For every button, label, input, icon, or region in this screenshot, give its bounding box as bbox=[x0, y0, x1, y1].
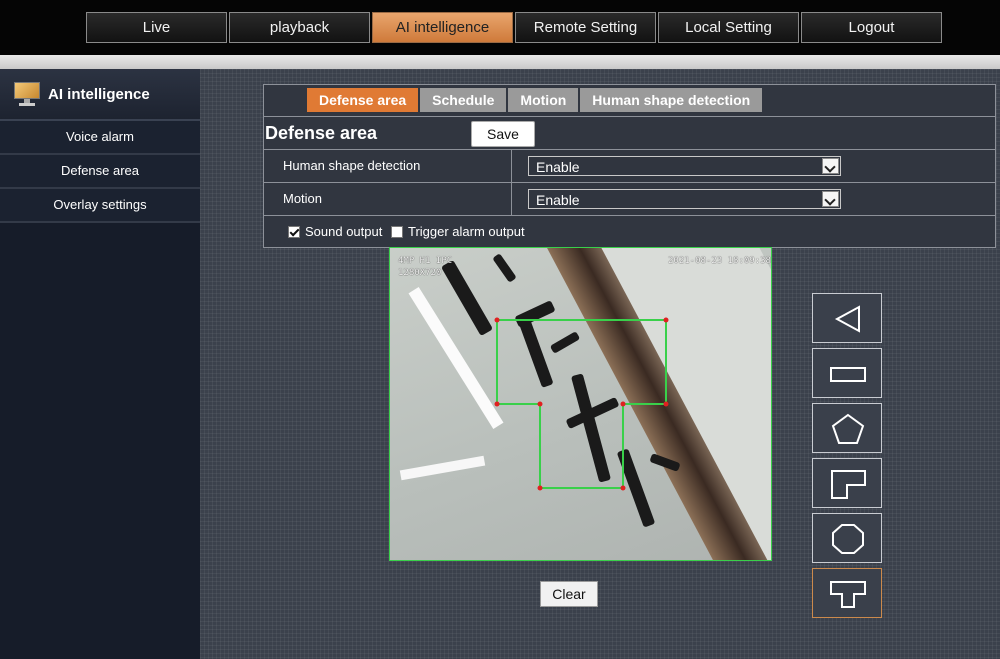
trigger-alarm-label: Trigger alarm output bbox=[408, 224, 525, 239]
sound-output-option[interactable]: Sound output bbox=[288, 224, 382, 239]
motion-select-value: Enable bbox=[536, 192, 580, 208]
nav-ai-intelligence[interactable]: AI intelligence bbox=[372, 12, 513, 43]
nav-live[interactable]: Live bbox=[86, 12, 227, 43]
triangle-shape-button[interactable] bbox=[812, 293, 882, 343]
sidebar-title: AI intelligence bbox=[48, 85, 150, 103]
chevron-down-icon[interactable] bbox=[822, 158, 839, 174]
clear-button[interactable]: Clear bbox=[540, 581, 598, 607]
nav-local-setting[interactable]: Local Setting bbox=[658, 12, 799, 43]
sidebar: AI intelligence Voice alarm Defense area… bbox=[0, 69, 200, 659]
human-shape-label: Human shape detection bbox=[283, 158, 421, 173]
motion-label: Motion bbox=[283, 191, 323, 206]
chevron-down-icon[interactable] bbox=[822, 191, 839, 207]
rectangle-shape-icon bbox=[830, 367, 866, 382]
trigger-alarm-checkbox[interactable] bbox=[391, 225, 403, 238]
main-nav: Live playback AI intelligence Remote Set… bbox=[86, 12, 944, 43]
sidebar-item-voice-alarm[interactable]: Voice alarm bbox=[0, 121, 200, 155]
tab-defense-area[interactable]: Defense area bbox=[307, 88, 419, 112]
save-button[interactable]: Save bbox=[471, 121, 535, 147]
sidebar-item-defense-area[interactable]: Defense area bbox=[0, 155, 200, 189]
top-navigation-bar: Live playback AI intelligence Remote Set… bbox=[0, 0, 1000, 55]
human-shape-select-value: Enable bbox=[536, 159, 580, 175]
human-shape-select[interactable]: Enable bbox=[528, 156, 841, 176]
tab-bar: Defense area Schedule Motion Human shape… bbox=[307, 88, 764, 112]
nav-playback[interactable]: playback bbox=[229, 12, 370, 43]
header-divider-strip bbox=[0, 55, 1000, 69]
motion-select[interactable]: Enable bbox=[528, 189, 841, 209]
tab-schedule[interactable]: Schedule bbox=[420, 88, 507, 112]
nav-remote-setting[interactable]: Remote Setting bbox=[515, 12, 656, 43]
sound-output-checkbox[interactable] bbox=[288, 225, 300, 238]
pentagon-shape-icon bbox=[831, 413, 865, 444]
monitor-icon bbox=[14, 82, 40, 106]
pentagon-shape-button[interactable] bbox=[812, 403, 882, 453]
settings-form: Human shape detection Enable Motion Enab… bbox=[264, 149, 995, 215]
octagon-shape-button[interactable] bbox=[812, 513, 882, 563]
output-options-row: Sound output Trigger alarm output bbox=[264, 215, 995, 248]
main-content: Defense area Schedule Motion Human shape… bbox=[200, 69, 1000, 659]
t-shape-icon bbox=[830, 581, 866, 608]
l-shape-button[interactable] bbox=[812, 458, 882, 508]
nav-logout[interactable]: Logout bbox=[801, 12, 942, 43]
tab-human-shape-detection[interactable]: Human shape detection bbox=[580, 88, 763, 112]
form-row-motion: Motion Enable bbox=[264, 182, 995, 215]
form-row-human-shape: Human shape detection Enable bbox=[264, 149, 995, 182]
section-title: Defense area bbox=[265, 123, 378, 143]
trigger-alarm-option[interactable]: Trigger alarm output bbox=[391, 224, 525, 239]
panel-divider bbox=[264, 116, 995, 117]
rectangle-shape-button[interactable] bbox=[812, 348, 882, 398]
tab-motion[interactable]: Motion bbox=[508, 88, 579, 112]
sidebar-header: AI intelligence bbox=[0, 69, 200, 121]
sound-output-label: Sound output bbox=[305, 224, 383, 239]
t-shape-button[interactable] bbox=[812, 568, 882, 618]
triangle-shape-icon bbox=[834, 305, 860, 333]
octagon-shape-icon bbox=[832, 524, 864, 554]
camera-preview[interactable]: 4MP H1 IPC 1280X720 2021-08-23 18:09:38 bbox=[389, 247, 772, 561]
defense-area-polygon[interactable] bbox=[390, 248, 771, 560]
settings-panel: Defense area Schedule Motion Human shape… bbox=[263, 84, 996, 248]
l-shape-icon bbox=[831, 470, 866, 499]
sidebar-item-overlay-settings[interactable]: Overlay settings bbox=[0, 189, 200, 223]
